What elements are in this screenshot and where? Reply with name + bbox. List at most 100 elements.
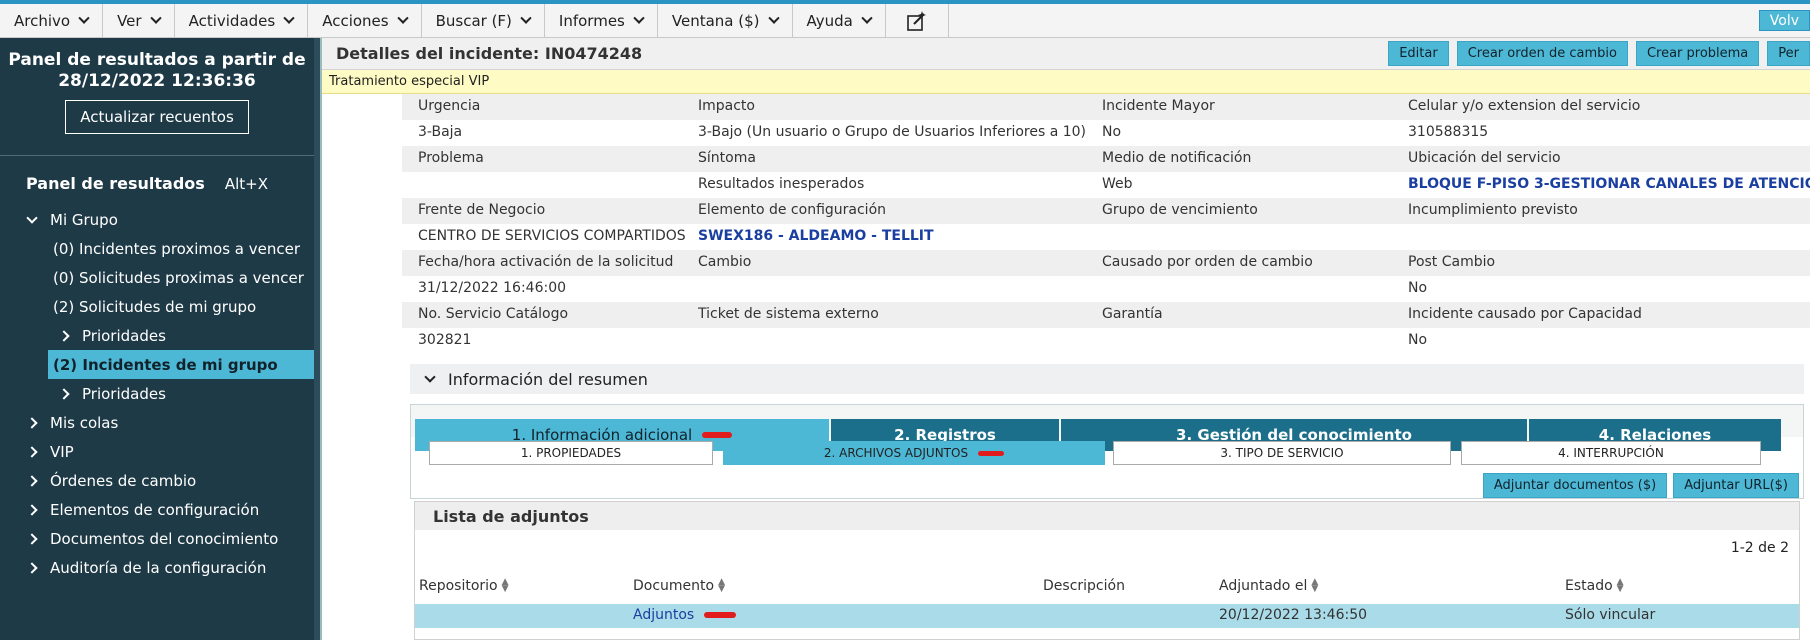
attachments-header: Repositorio ▲ ▼ Documento ▲ ▼ Descripción Ad… — [415, 574, 1799, 600]
chevron-right-icon — [26, 503, 38, 516]
refresh-counts-button[interactable]: Actualizar recuentos — [65, 100, 249, 134]
table-row[interactable]: Adjuntos 20/12/2022 13:46:50 Sólo vincul… — [415, 604, 1799, 628]
tree-node-auditoria[interactable]: Auditoría de la configuración — [0, 553, 314, 582]
chevron-right-icon — [58, 387, 70, 400]
summary-tabs: 1. Información adicional 2. Registros 3.… — [410, 404, 1804, 499]
annotation-mark — [978, 450, 1005, 456]
results-tree: Mi Grupo (0) Incidentes proximos a vence… — [0, 205, 314, 582]
col-header-adjuntado[interactable]: Adjuntado el ▲ ▼ — [1219, 577, 1321, 595]
sort-icon: ▲ ▼ — [1311, 577, 1319, 594]
tree-node-documentos[interactable]: Documentos del conocimiento — [0, 524, 314, 553]
field-label-row: No. Servicio Catálogo Ticket de sistema e… — [402, 302, 1810, 328]
pager-count: 1-2 de 2 — [1730, 540, 1789, 556]
subtab-tipo-servicio[interactable]: 3. TIPO DE SERVICIO — [1113, 441, 1451, 465]
menu-acciones[interactable]: Acciones — [308, 4, 422, 37]
attachments-list: Lista de adjuntos 1-2 de 2 Repositorio ▲ ▼… — [414, 501, 1800, 640]
detail-actions: Editar Crear orden de cambio Crear probl… — [1388, 41, 1810, 66]
chevron-down-icon — [78, 12, 90, 24]
results-sidebar: Panel de resultados a partir de 28/12/20… — [0, 38, 314, 640]
results-panel-title: Panel de resultados Alt+X — [26, 174, 268, 193]
incident-detail-pane: Detalles del incidente: IN0474248 Editar… — [320, 38, 1810, 640]
field-value-row: 3-Baja 3-Bajo (Un usuario o Grupo de Usua… — [418, 124, 1489, 140]
col-header-descripcion[interactable]: Descripción — [1043, 578, 1125, 594]
incident-fields: Urgencia Impacto Incidente Mayor Celular y/… — [402, 94, 1810, 354]
col-header-repositorio[interactable]: Repositorio ▲ ▼ — [419, 577, 512, 595]
col-header-estado[interactable]: Estado ▲ ▼ — [1565, 577, 1627, 595]
annotation-mark — [704, 612, 737, 618]
chevron-down-icon — [633, 12, 645, 24]
chevron-right-icon — [26, 416, 38, 429]
tree-node-solicitudes-grupo[interactable]: (2) Solicitudes de mi grupo — [0, 292, 314, 321]
edit-sparkle-icon — [907, 10, 926, 31]
tree-node-solicitudes-vencer[interactable]: (0) Solicitudes proximas a vencer — [0, 263, 314, 292]
new-item-button[interactable] — [886, 4, 949, 37]
field-label-row: Frente de Negocio Elemento de configuraci… — [402, 198, 1810, 224]
tree-node-mis-colas[interactable]: Mis colas — [0, 408, 314, 437]
col-header-documento[interactable]: Documento ▲ ▼ — [633, 577, 728, 595]
menu-bar: Archivo Ver Actividades Acciones Buscar … — [0, 0, 1810, 38]
field-label-row: Urgencia Impacto Incidente Mayor Celular y/… — [402, 94, 1810, 120]
menu-archivo[interactable]: Archivo — [0, 4, 104, 37]
chevron-right-icon — [26, 445, 38, 458]
detail-header: Detalles del incidente: IN0474248 Editar… — [322, 38, 1810, 70]
field-value-row: 302821 No — [418, 332, 1428, 348]
attachments-title: Lista de adjuntos — [415, 502, 1799, 530]
service-location-link[interactable]: BLOQUE F-PISO 3-GESTIONAR CANALES DE ATE… — [1408, 176, 1810, 192]
menu-ventana[interactable]: Ventana ($) — [658, 4, 793, 37]
field-label-row: Fecha/hora activación de la solicitud Cam… — [402, 250, 1810, 276]
page-title: Detalles del incidente: IN0474248 — [336, 44, 643, 63]
tree-node-prioridades-1[interactable]: Prioridades — [0, 321, 314, 350]
sidebar-header-title: Panel de resultados a partir de 28/12/20… — [8, 50, 306, 91]
create-problem-button[interactable]: Crear problema — [1635, 41, 1760, 66]
chevron-down-icon — [520, 12, 532, 24]
menu-ayuda[interactable]: Ayuda — [793, 4, 886, 37]
config-item-link[interactable]: SWEX186 - ALDEAMO - TELLIT — [698, 228, 934, 244]
attachment-link[interactable]: Adjuntos — [633, 607, 737, 623]
subtab-interrupcion[interactable]: 4. INTERRUPCIÓN — [1461, 441, 1761, 465]
vip-banner: Tratamiento especial VIP — [322, 70, 1810, 94]
tree-node-elementos-config[interactable]: Elementos de configuración — [0, 495, 314, 524]
subtab-propiedades[interactable]: 1. PROPIEDADES — [429, 441, 713, 465]
attach-documents-button[interactable]: Adjuntar documentos ($) — [1482, 473, 1668, 498]
menu-informes[interactable]: Informes — [545, 4, 658, 37]
tree-node-incidentes-vencer[interactable]: (0) Incidentes proximos a vencer — [0, 234, 314, 263]
tree-node-vip[interactable]: VIP — [0, 437, 314, 466]
edit-button[interactable]: Editar — [1388, 41, 1449, 66]
menu-ver[interactable]: Ver — [103, 4, 175, 37]
field-label-row: Problema Síntoma Medio de notificación Ubic… — [402, 146, 1810, 172]
annotation-mark — [702, 432, 733, 438]
chevron-down-icon — [283, 12, 295, 24]
attach-url-button[interactable]: Adjuntar URL($) — [1673, 473, 1799, 498]
tree-node-incidentes-grupo[interactable]: (2) Incidentes de mi grupo — [48, 350, 314, 379]
chevron-down-icon — [424, 371, 436, 383]
summary-section-toggle[interactable]: Información del resumen — [410, 364, 1804, 394]
sidebar-header: Panel de resultados a partir de 28/12/20… — [0, 38, 314, 156]
tree-node-ordenes-cambio[interactable]: Órdenes de cambio — [0, 466, 314, 495]
main-tab-bar: 1. Información adicional 2. Registros 3.… — [411, 405, 1803, 451]
chevron-down-icon — [396, 12, 409, 24]
tree-node-mi-grupo[interactable]: Mi Grupo — [0, 205, 314, 234]
chevron-right-icon — [58, 329, 70, 342]
chevron-down-icon — [861, 12, 873, 24]
chevron-down-icon — [26, 211, 38, 224]
attach-actions: Adjuntar documentos ($) Adjuntar URL($) — [411, 465, 1803, 498]
tree-node-prioridades-2[interactable]: Prioridades — [0, 379, 314, 408]
field-value-row: Resultados inesperados Web BLOQUE F-PISO 3… — [402, 172, 1810, 198]
sort-icon: ▲ ▼ — [1616, 577, 1624, 594]
chevron-right-icon — [26, 532, 38, 545]
panel-hotkey: Alt+X — [224, 175, 268, 193]
menu-actividades[interactable]: Actividades — [175, 4, 309, 37]
chevron-down-icon — [149, 12, 162, 24]
chevron-right-icon — [26, 561, 38, 574]
more-action-button[interactable]: Per — [1767, 41, 1810, 66]
chevron-down-icon — [767, 12, 780, 24]
create-change-order-button[interactable]: Crear orden de cambio — [1456, 41, 1628, 66]
sort-icon: ▲ ▼ — [718, 577, 726, 594]
sort-icon: ▲ ▼ — [501, 577, 509, 594]
field-value-row: CENTRO DE SERVICIOS COMPARTIDOS SWEX186 -… — [418, 228, 934, 244]
field-value-row: 31/12/2022 16:46:00 No — [418, 280, 1428, 296]
subtab-archivos-adjuntos[interactable]: 2. ARCHIVOS ADJUNTOS — [723, 441, 1105, 465]
volver-button[interactable]: Volv — [1758, 10, 1810, 31]
chevron-right-icon — [26, 474, 38, 487]
menu-buscar[interactable]: Buscar (F) — [422, 4, 545, 37]
